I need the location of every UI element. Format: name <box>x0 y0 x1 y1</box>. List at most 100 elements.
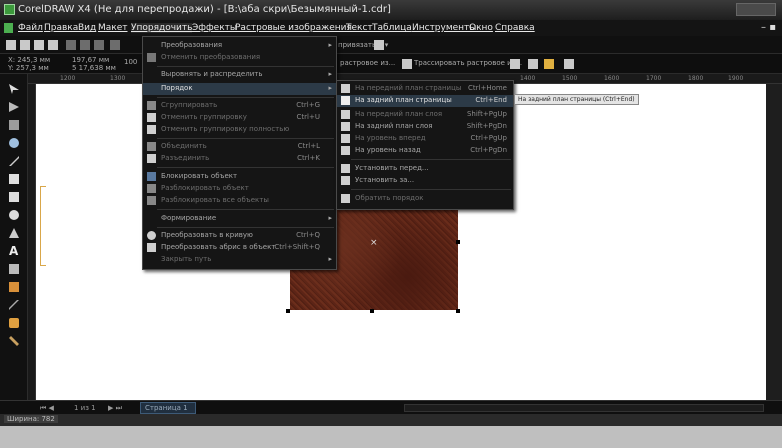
scale-field[interactable]: 100 <box>124 58 137 66</box>
center-mark-icon: × <box>370 238 378 248</box>
menu-effects[interactable]: Эффекты <box>192 23 237 33</box>
selection-handle[interactable] <box>456 309 460 313</box>
menu-item-group[interactable]: Сгруппировать Ctrl+G <box>143 100 336 112</box>
vertical-scrollbar[interactable] <box>766 84 782 400</box>
menu-item-unlock-all[interactable]: Разблокировать все объекты <box>143 195 336 207</box>
save-icon[interactable] <box>34 40 44 50</box>
paste-icon[interactable] <box>94 40 104 50</box>
menu-item-shaping[interactable]: Формирование ▸ <box>143 213 336 225</box>
eyedropper-tool-icon[interactable] <box>9 300 19 310</box>
copy-icon[interactable] <box>80 40 90 50</box>
menu-layout[interactable]: Макет <box>98 23 128 33</box>
in-front-of-icon <box>341 164 350 173</box>
menu-item-combine[interactable]: Объединить Ctrl+L <box>143 141 336 153</box>
menu-bitmaps[interactable]: Растровые изображения <box>235 23 352 33</box>
ruler-tick: 1600 <box>604 75 620 82</box>
to-back-icon[interactable] <box>544 59 554 69</box>
menu-table[interactable]: Таблица <box>372 23 412 33</box>
menu-item-align-distribute[interactable]: Выровнять и распределить ▸ <box>143 69 336 81</box>
menu-item-behind[interactable]: Установить за... <box>337 175 513 187</box>
menu-item-back-one[interactable]: На уровень назад Ctrl+PgDn <box>337 145 513 157</box>
horizontal-scrollbar[interactable] <box>404 404 764 412</box>
undo-icon[interactable] <box>110 40 120 50</box>
freehand-tool-icon[interactable] <box>9 156 19 166</box>
menu-arrange[interactable]: Упорядочить <box>131 23 193 33</box>
page-nav-first-icon[interactable]: ⏮ ◀ <box>40 404 54 413</box>
menu-item-in-front-of[interactable]: Установить перед... <box>337 163 513 175</box>
standard-toolbar: привязать к ▾ <box>0 36 782 54</box>
menu-item-ungroup[interactable]: Отменить группировку Ctrl+U <box>143 112 336 124</box>
menu-item-to-back-of-layer[interactable]: На задний план слоя Shift+PgDn <box>337 121 513 133</box>
menu-view[interactable]: Вид <box>78 23 96 33</box>
menu-tools[interactable]: Инструменты <box>412 23 476 33</box>
menu-item-transformations[interactable]: Преобразования ▸ <box>143 40 336 52</box>
break-apart-icon <box>147 154 156 163</box>
ellipse-tool-icon[interactable] <box>9 210 19 220</box>
trace-bitmap-button[interactable]: Трассировать растровое из... <box>414 59 522 67</box>
menu-text[interactable]: Текст <box>346 23 373 33</box>
wrap-icon[interactable] <box>510 59 520 69</box>
page-count: 1 из 1 <box>74 404 96 412</box>
ruler-tick: 1800 <box>688 75 704 82</box>
zoom-tool-icon[interactable] <box>9 138 19 148</box>
interactive-tool-icon[interactable] <box>9 282 19 292</box>
outline-object-icon <box>147 243 156 252</box>
menu-item-order[interactable]: Порядок ▸ <box>143 83 336 95</box>
text-tool-icon[interactable]: A <box>9 244 21 258</box>
menu-window[interactable]: Окно <box>469 23 493 33</box>
menu-item-lock-object[interactable]: Блокировать объект <box>143 171 336 183</box>
doc-window-controls[interactable]: – ▪ <box>761 22 776 33</box>
arrange-icon[interactable] <box>564 59 574 69</box>
options-icon[interactable] <box>374 40 384 50</box>
x-position-field[interactable]: X: 245,3 мм <box>8 56 50 64</box>
property-bar: X: 245,3 мм Y: 257,3 мм 197,67 мм 5 17,6… <box>0 54 782 74</box>
shape-tool-icon[interactable] <box>9 102 19 112</box>
open-icon[interactable] <box>20 40 30 50</box>
crop-tool-icon[interactable] <box>9 120 19 130</box>
print-icon[interactable] <box>48 40 58 50</box>
width-field[interactable]: 197,67 мм <box>72 56 109 64</box>
menu-item-outline-to-object[interactable]: Преобразовать абрис в объект Ctrl+Shift+Q <box>143 242 336 254</box>
bitmap-dropdown[interactable]: растровое из... <box>340 59 395 67</box>
y-position-field[interactable]: Y: 257,3 мм <box>8 64 49 72</box>
menu-item-to-front-of-page[interactable]: На передний план страницы Ctrl+Home <box>337 83 513 95</box>
smart-fill-tool-icon[interactable] <box>9 174 19 184</box>
menu-item-forward-one[interactable]: На уровень вперед Ctrl+PgUp <box>337 133 513 145</box>
menu-item-to-back-of-page[interactable]: На задний план страницы Ctrl+End <box>337 95 513 107</box>
menu-help[interactable]: Справка <box>495 23 535 33</box>
window-title: CorelDRAW X4 (Не для перепродажи) - [B:\… <box>18 4 391 15</box>
menu-item-reverse-order[interactable]: Обратить порядок <box>337 193 513 205</box>
new-icon[interactable] <box>6 40 16 50</box>
polygon-tool-icon[interactable] <box>9 228 19 238</box>
menu-item-break-apart[interactable]: Разъединить Ctrl+K <box>143 153 336 165</box>
menu-item-ungroup-all[interactable]: Отменить группировку полностью <box>143 124 336 136</box>
rectangle-tool-icon[interactable] <box>9 192 19 202</box>
height-field[interactable]: 5 17,638 мм <box>72 64 116 72</box>
ruler-tick: 1700 <box>646 75 662 82</box>
to-front-icon[interactable] <box>528 59 538 69</box>
menu-edit[interactable]: Правка <box>44 23 78 33</box>
selection-handle[interactable] <box>370 309 374 313</box>
menu-file[interactable]: Файл <box>18 23 43 33</box>
menu-item-to-front-of-layer[interactable]: На передний план слоя Shift+PgUp <box>337 109 513 121</box>
menu-separator <box>351 189 511 190</box>
cut-icon[interactable] <box>66 40 76 50</box>
selection-handle[interactable] <box>456 240 460 244</box>
pick-tool-icon[interactable] <box>9 84 19 94</box>
menu-item-convert-to-curves[interactable]: Преобразовать в кривую Ctrl+Q <box>143 230 336 242</box>
window-controls[interactable] <box>736 3 776 16</box>
selection-handle[interactable] <box>286 309 290 313</box>
menu-separator <box>351 159 511 160</box>
menu-item-close-path[interactable]: Закрыть путь ▸ <box>143 254 336 266</box>
trace-icon[interactable] <box>402 59 412 69</box>
title-bar: CorelDRAW X4 (Не для перепродажи) - [B:\… <box>0 0 782 20</box>
status-bar: Ширина: 782 <box>0 414 782 426</box>
outline-tool-icon[interactable] <box>9 318 19 328</box>
table-tool-icon[interactable] <box>9 264 19 274</box>
menu-item-clear-transformations[interactable]: Отменить преобразования <box>143 52 336 64</box>
page-tab[interactable]: Страница 1 <box>140 402 196 414</box>
fill-tool-icon[interactable] <box>9 336 19 346</box>
menu-item-unlock-object[interactable]: Разблокировать объект <box>143 183 336 195</box>
page-nav-last-icon[interactable]: ▶ ⏭ <box>108 404 122 413</box>
menu-separator <box>157 209 334 210</box>
